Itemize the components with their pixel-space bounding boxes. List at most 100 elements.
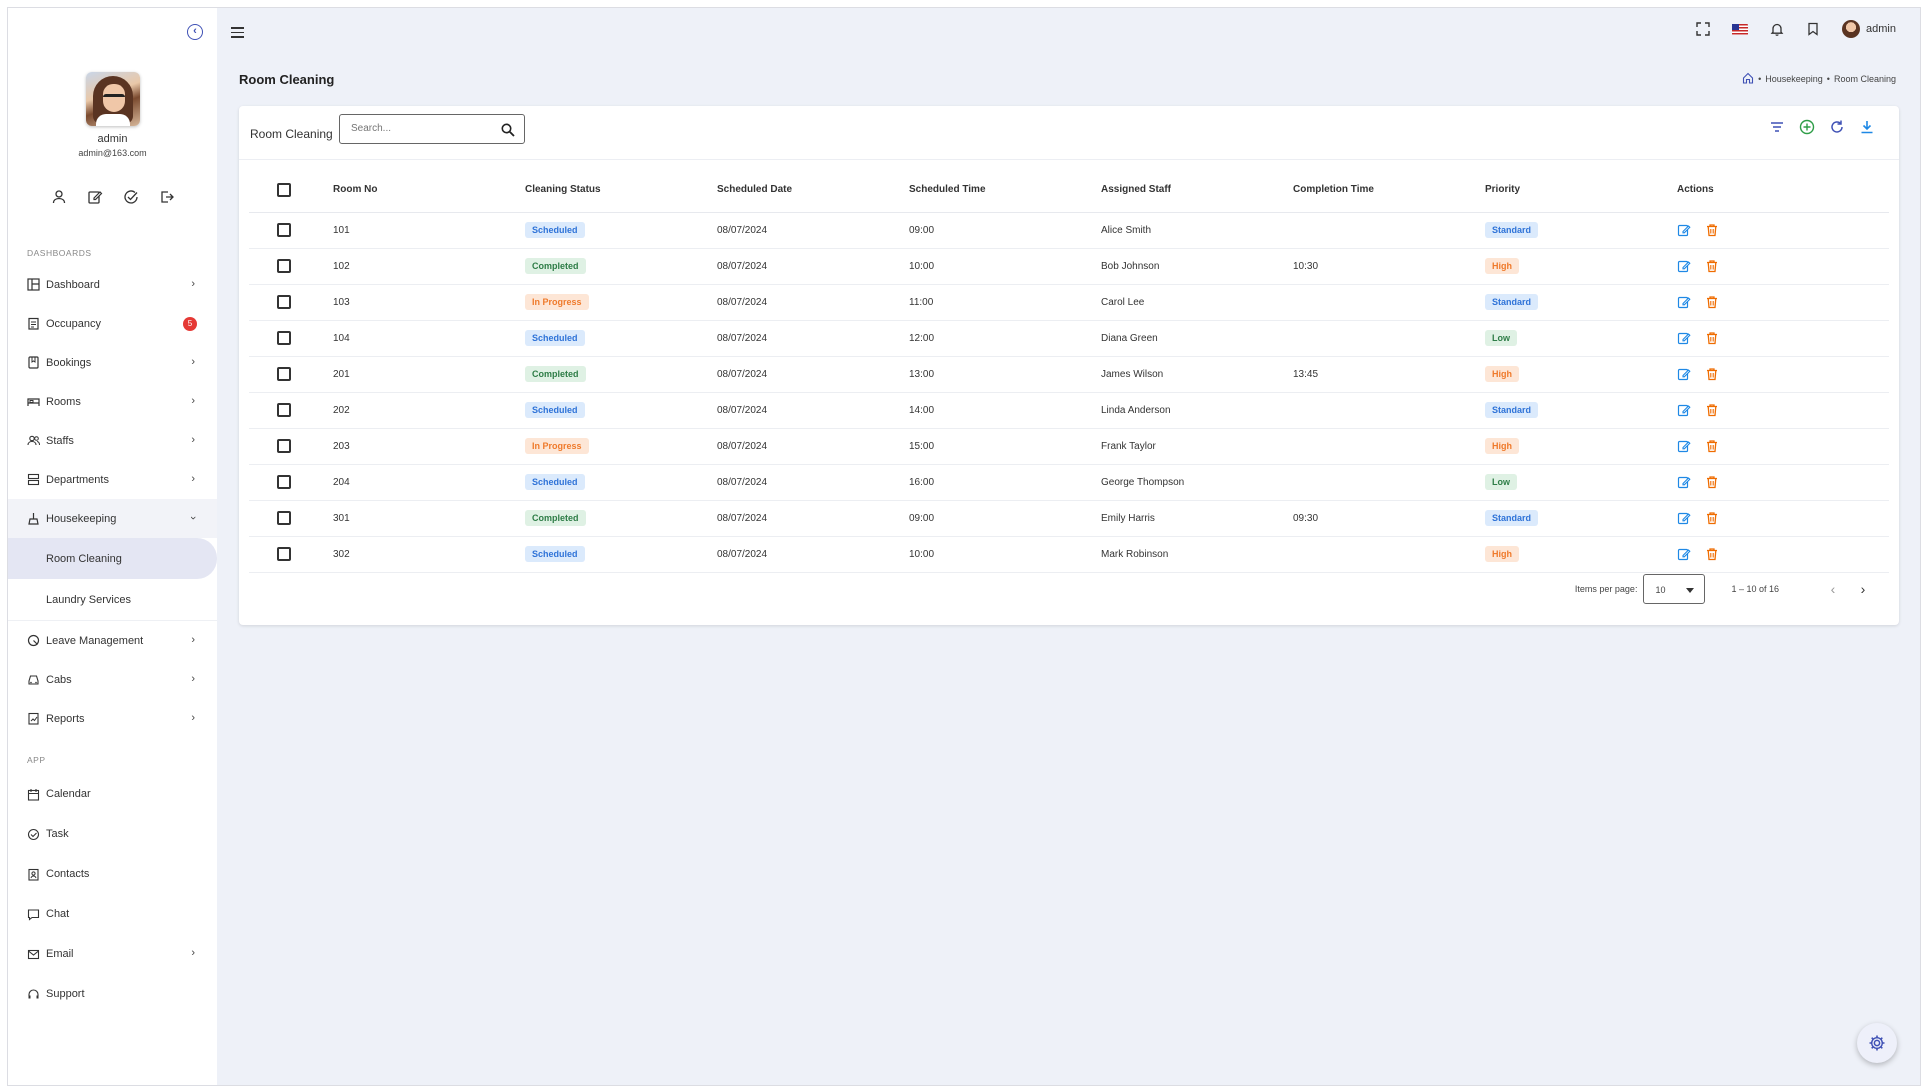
check-circle-icon[interactable] <box>123 189 139 205</box>
sidebar-item-rooms[interactable]: Rooms › <box>8 382 217 421</box>
sidebar-item-leave-management[interactable]: Leave Management › <box>8 621 217 660</box>
sidebar-item-calendar[interactable]: Calendar <box>8 774 217 814</box>
sidebar-item-bookings[interactable]: Bookings › <box>8 343 217 382</box>
bell-icon[interactable] <box>1770 22 1784 36</box>
menu-icon[interactable] <box>231 27 244 41</box>
edit-icon[interactable] <box>1677 511 1691 525</box>
sidebar-item-chat[interactable]: Chat <box>8 894 217 934</box>
row-checkbox[interactable] <box>277 547 291 561</box>
row-checkbox[interactable] <box>277 475 291 489</box>
table-row[interactable]: 204 Scheduled 08/07/2024 16:00 George Thomps… <box>249 464 1889 501</box>
status-cell: Scheduled <box>525 212 717 249</box>
col-scheduled-time[interactable]: Scheduled Time <box>909 168 1101 213</box>
sidebar-item-housekeeping[interactable]: Housekeeping › <box>8 499 217 538</box>
delete-icon[interactable] <box>1705 223 1719 237</box>
delete-icon[interactable] <box>1705 547 1719 561</box>
row-checkbox[interactable] <box>277 367 291 381</box>
search-box[interactable] <box>339 114 525 144</box>
sidebar-item-email[interactable]: Email › <box>8 934 217 974</box>
col-assigned-staff[interactable]: Assigned Staff <box>1101 168 1293 213</box>
sidebar-item-label: Calendar <box>46 788 91 800</box>
edit-icon[interactable] <box>1677 547 1691 561</box>
sidebar-item-contacts[interactable]: Contacts <box>8 854 217 894</box>
search-input[interactable] <box>351 123 491 134</box>
row-checkbox[interactable] <box>277 259 291 273</box>
search-icon[interactable] <box>501 123 515 137</box>
table-row[interactable]: 104 Scheduled 08/07/2024 12:00 Diana Green Lo… <box>249 320 1889 357</box>
sidebar-item-cabs[interactable]: Cabs › <box>8 660 217 699</box>
table-row[interactable]: 103 In Progress 08/07/2024 11:00 Carol Lee St… <box>249 284 1889 321</box>
edit-icon[interactable] <box>1677 439 1691 453</box>
edit-icon[interactable] <box>1677 475 1691 489</box>
settings-fab[interactable] <box>1857 1023 1897 1063</box>
users-icon <box>27 434 40 447</box>
sidebar-item-departments[interactable]: Departments › <box>8 460 217 499</box>
priority-cell: Standard <box>1485 212 1677 249</box>
table-row[interactable]: 302 Scheduled 08/07/2024 10:00 Mark Robinson… <box>249 536 1889 573</box>
delete-icon[interactable] <box>1705 511 1719 525</box>
fullscreen-icon[interactable] <box>1696 22 1710 36</box>
edit-profile-icon[interactable] <box>87 189 103 205</box>
row-checkbox[interactable] <box>277 439 291 453</box>
sidebar-item-staffs[interactable]: Staffs › <box>8 421 217 460</box>
row-checkbox[interactable] <box>277 295 291 309</box>
refresh-icon[interactable] <box>1829 119 1845 135</box>
col-priority[interactable]: Priority <box>1485 168 1677 213</box>
edit-icon[interactable] <box>1677 295 1691 309</box>
table-row[interactable]: 101 Scheduled 08/07/2024 09:00 Alice Smith St… <box>249 212 1889 249</box>
next-page-button[interactable]: › <box>1853 581 1873 597</box>
sidebar-subitem-laundry-services[interactable]: Laundry Services <box>8 579 217 620</box>
row-checkbox[interactable] <box>277 223 291 237</box>
previous-page-button[interactable]: ‹ <box>1823 581 1843 597</box>
sidebar-item-occupancy[interactable]: Occupancy 5 <box>8 304 217 343</box>
table-row[interactable]: 203 In Progress 08/07/2024 15:00 Frank Taylo… <box>249 428 1889 465</box>
table-row[interactable]: 102 Completed 08/07/2024 10:00 Bob Johnson 10… <box>249 248 1889 285</box>
add-circle-icon[interactable] <box>1799 119 1815 135</box>
avatar[interactable] <box>85 72 140 126</box>
table-row[interactable]: 301 Completed 08/07/2024 09:00 Emily Harris 0… <box>249 500 1889 537</box>
logout-icon[interactable] <box>159 189 175 205</box>
delete-icon[interactable] <box>1705 475 1719 489</box>
delete-icon[interactable] <box>1705 367 1719 381</box>
sidebar-item-dashboard[interactable]: Dashboard › <box>8 265 217 304</box>
delete-icon[interactable] <box>1705 295 1719 309</box>
edit-icon[interactable] <box>1677 403 1691 417</box>
col-room-no[interactable]: Room No <box>333 168 525 213</box>
status-cell: Scheduled <box>525 392 717 429</box>
col-scheduled-date[interactable]: Scheduled Date <box>717 168 909 213</box>
delete-icon[interactable] <box>1705 259 1719 273</box>
collapse-sidebar-icon[interactable]: ‹ <box>187 24 203 40</box>
delete-icon[interactable] <box>1705 403 1719 417</box>
edit-icon[interactable] <box>1677 223 1691 237</box>
bookmark-icon[interactable] <box>1806 22 1820 36</box>
user-menu[interactable]: admin <box>1842 20 1896 38</box>
scheduled-date-cell: 08/07/2024 <box>717 392 909 429</box>
edit-icon[interactable] <box>1677 259 1691 273</box>
row-checkbox[interactable] <box>277 511 291 525</box>
breadcrumb-housekeeping[interactable]: Housekeeping <box>1765 74 1823 84</box>
us-flag-icon[interactable] <box>1732 23 1749 35</box>
user-icon[interactable] <box>51 189 67 205</box>
sidebar-item-task[interactable]: Task <box>8 814 217 854</box>
select-all-checkbox[interactable] <box>277 182 291 197</box>
edit-icon[interactable] <box>1677 367 1691 381</box>
row-checkbox[interactable] <box>277 331 291 345</box>
actions-cell <box>1677 320 1889 357</box>
sidebar-subitem-room-cleaning[interactable]: Room Cleaning <box>8 538 217 579</box>
download-icon[interactable] <box>1859 119 1875 135</box>
delete-icon[interactable] <box>1705 331 1719 345</box>
home-icon[interactable] <box>1742 72 1754 86</box>
col-completion-time[interactable]: Completion Time <box>1293 168 1485 213</box>
delete-icon[interactable] <box>1705 439 1719 453</box>
sidebar-item-support[interactable]: Support <box>8 974 217 1014</box>
table-row[interactable]: 201 Completed 08/07/2024 13:00 James Wilson 1… <box>249 356 1889 393</box>
scheduled-time-cell: 14:00 <box>909 392 1101 429</box>
filter-icon[interactable] <box>1769 119 1785 135</box>
row-checkbox[interactable] <box>277 403 291 417</box>
gear-icon <box>1869 1035 1885 1051</box>
table-row[interactable]: 202 Scheduled 08/07/2024 14:00 Linda Anderso… <box>249 392 1889 429</box>
col-cleaning-status[interactable]: Cleaning Status <box>525 168 717 213</box>
edit-icon[interactable] <box>1677 331 1691 345</box>
items-per-page-select[interactable]: 10 <box>1643 574 1706 604</box>
sidebar-item-reports[interactable]: Reports › <box>8 699 217 738</box>
